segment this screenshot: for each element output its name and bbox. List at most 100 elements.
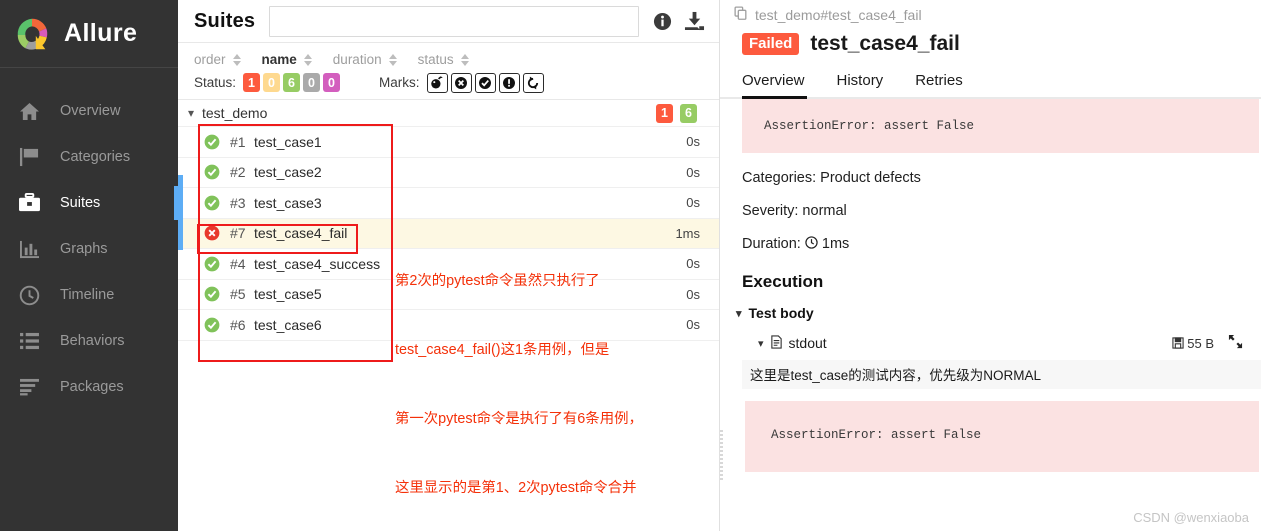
briefcase-icon — [16, 191, 42, 215]
suite-row-test-demo[interactable]: ▾ test_demo 1 6 — [178, 100, 719, 127]
chevron-down-icon[interactable]: ▾ — [758, 337, 764, 350]
sidebar-item-graphs[interactable]: Graphs — [0, 226, 178, 272]
suite-badge-failed: 1 — [656, 103, 673, 123]
table-row[interactable]: #3 test_case3 0s — [178, 188, 719, 219]
sidebar-item-label: Packages — [60, 379, 124, 395]
error-message-text: AssertionError: assert False — [771, 428, 982, 442]
sidebar-item-label: Timeline — [60, 287, 115, 303]
sidebar-item-categories[interactable]: Categories — [0, 134, 178, 180]
test-body-label: Test body — [748, 305, 814, 321]
sort-label: name — [261, 52, 297, 67]
annotation-line: test_case4_fail()这1条用例，但是 — [395, 342, 610, 358]
suites-header: Suites — [178, 0, 719, 43]
test-detail-panel: test_demo#test_case4_fail Failed test_ca… — [720, 0, 1261, 531]
page-title: Suites — [194, 9, 256, 32]
marks-group: Marks: — [379, 72, 547, 93]
test-name: test_case3 — [254, 194, 322, 211]
download-icon[interactable] — [684, 11, 705, 31]
floppy-icon[interactable] — [1171, 336, 1188, 351]
test-name: test_case4_success — [254, 255, 381, 272]
circle-x-icon[interactable] — [450, 72, 472, 93]
status-chip-broken[interactable]: 0 — [263, 73, 281, 92]
annotation-text: 第2次的pytest命令虽然只执行了 test_case4_fail()这1条用… — [395, 224, 643, 531]
allure-logo-icon — [13, 15, 51, 53]
breadcrumb[interactable]: test_demo#test_case4_fail — [720, 0, 1261, 24]
sidebar-item-label: Categories — [60, 149, 131, 165]
test-order: #4 — [230, 255, 246, 272]
suites-panel: Suites order name duration status Status… — [178, 0, 720, 531]
chevron-sort-icon — [388, 53, 398, 67]
sort-order[interactable]: order — [194, 52, 242, 67]
status-failed-icon — [204, 225, 220, 241]
sort-name[interactable]: name — [262, 52, 313, 67]
sidebar-item-suites[interactable]: Suites — [0, 180, 178, 226]
page-title: test_case4_fail — [810, 32, 960, 55]
tab-retries[interactable]: Retries — [899, 66, 979, 97]
circle-check-icon[interactable] — [474, 72, 496, 93]
status-chip-skipped[interactable]: 0 — [303, 73, 321, 92]
info-icon[interactable] — [653, 12, 672, 31]
status-chip-unknown[interactable]: 0 — [323, 73, 341, 92]
tab-history[interactable]: History — [821, 66, 900, 97]
test-body-toggle[interactable]: ▾ Test body — [720, 305, 1261, 321]
table-row[interactable]: #2 test_case2 0s — [178, 158, 719, 188]
test-duration: 0s — [686, 256, 700, 272]
status-filter-label: Status: — [194, 75, 237, 90]
test-metadata: Categories: Product defects Severity: no… — [720, 170, 1261, 252]
stdout-actions: 55 B — [1171, 334, 1261, 352]
search-input[interactable] — [269, 5, 639, 37]
sort-duration[interactable]: duration — [333, 52, 398, 67]
status-passed-icon — [204, 164, 220, 180]
sort-status[interactable]: status — [418, 52, 470, 67]
status-chip-failed[interactable]: 1 — [243, 73, 261, 92]
status-passed-icon — [204, 317, 220, 333]
sidebar-item-packages[interactable]: Packages — [0, 364, 178, 410]
retry-refresh-icon[interactable] — [522, 72, 544, 93]
sidebar-nav: Overview Categories Suites Graphs Timeli… — [0, 68, 178, 410]
status-chip-passed[interactable]: 6 — [283, 73, 301, 92]
table-row[interactable]: #1 test_case1 0s — [178, 127, 719, 158]
allure-report-app: Allure Overview Categories Suites Graphs… — [0, 0, 1261, 531]
bomb-icon[interactable] — [426, 72, 448, 93]
stdout-label: stdout — [788, 335, 827, 351]
circle-exclamation-icon[interactable] — [498, 72, 520, 93]
layers-icon — [16, 375, 42, 399]
chevron-down-icon[interactable]: ▾ — [736, 307, 742, 320]
detail-scroll-indicator[interactable] — [720, 430, 723, 480]
categories-line: Categories: Product defects — [742, 170, 921, 186]
test-order: #3 — [230, 194, 246, 211]
filter-bar: Status: 1 0 6 0 0 Marks: — [178, 72, 719, 100]
annotation-line: 第一次pytest命令是执行了有6条用例， — [395, 411, 643, 427]
duration-value: 1ms — [821, 236, 850, 252]
sidebar-item-behaviors[interactable]: Behaviors — [0, 318, 178, 364]
tab-overview[interactable]: Overview — [742, 66, 821, 99]
watermark: CSDN @wenxiaoba — [1133, 510, 1249, 525]
test-name: test_case2 — [254, 164, 322, 181]
error-message-box-2: AssertionError: assert False — [745, 401, 1259, 472]
copy-icon[interactable] — [734, 6, 749, 24]
chevron-down-icon[interactable]: ▾ — [188, 106, 202, 120]
sidebar-item-label: Behaviors — [60, 333, 125, 349]
stdout-toggle[interactable]: ▾ stdout 55 B — [720, 334, 1261, 352]
suite-tree: ▾ test_demo 1 6 #1 test_case1 0s #2 test… — [178, 100, 719, 531]
severity-line: Severity: normal — [742, 203, 847, 219]
panel-scroll-indicator[interactable] — [178, 175, 183, 250]
sidebar-item-label: Overview — [60, 103, 121, 119]
sidebar-item-timeline[interactable]: Timeline — [0, 272, 178, 318]
clock-icon — [805, 236, 822, 252]
sidebar-item-label: Suites — [60, 195, 101, 211]
suite-name: test_demo — [202, 105, 268, 121]
sidebar-item-overview[interactable]: Overview — [0, 88, 178, 134]
chevron-sort-icon — [232, 53, 242, 67]
detail-title-row: Failed test_case4_fail — [720, 24, 1261, 56]
error-message-text: AssertionError: assert False — [764, 119, 975, 133]
suite-badges: 1 6 — [656, 103, 719, 123]
duration-label: Duration: — [742, 236, 801, 252]
sort-label: duration — [332, 52, 382, 67]
sort-label: status — [417, 52, 454, 67]
test-duration: 0s — [686, 286, 700, 302]
test-order: #6 — [230, 316, 246, 333]
error-message-box: AssertionError: assert False — [742, 99, 1259, 153]
fullscreen-icon[interactable] — [1228, 334, 1243, 352]
sort-label: order — [194, 52, 226, 67]
